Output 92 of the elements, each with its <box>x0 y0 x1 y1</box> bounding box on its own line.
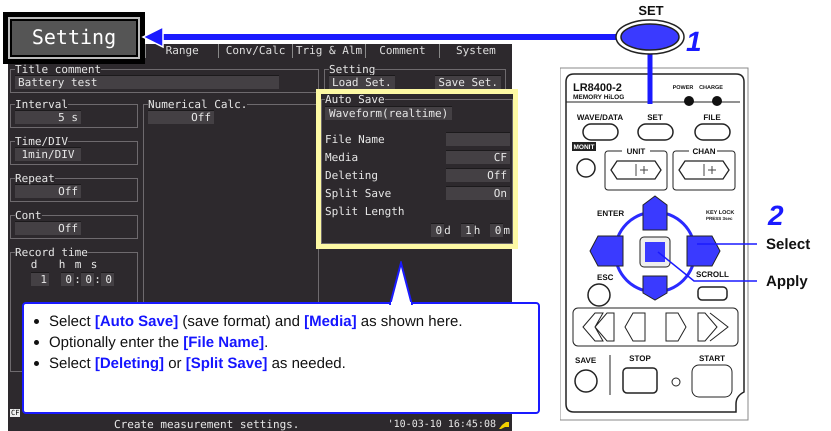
led-icon <box>672 378 680 386</box>
key-label: START <box>698 354 726 363</box>
tab[interactable]: Conv/Calc <box>218 44 292 58</box>
group-label: Setting <box>329 64 376 75</box>
key-label: SET <box>647 113 663 122</box>
power-plug-icon <box>498 420 510 430</box>
value-field[interactable]: 1min/DIV <box>15 147 81 161</box>
group-label: Interval <box>15 99 68 110</box>
key-label: SET <box>638 3 664 18</box>
instruction-text: Select [Auto Save] (save format) and [Media] as shown here. <box>49 312 464 332</box>
tab[interactable]: Comment <box>365 44 439 58</box>
field-label: Deleting <box>325 168 378 182</box>
value-field[interactable]: Off <box>446 168 510 182</box>
field-label: Split Length <box>325 204 404 218</box>
field-label: Media <box>325 150 358 164</box>
value-field[interactable]: 0 <box>61 272 74 286</box>
value-field[interactable]: 5 s <box>15 110 81 124</box>
group-label: Title comment <box>15 64 102 75</box>
value-field[interactable]: Waveform(realtime) <box>325 106 452 120</box>
key-label: SCROLL <box>696 270 729 279</box>
group-label: Record time <box>15 247 88 258</box>
value-field[interactable]: 0 <box>81 272 94 286</box>
value-field[interactable]: On <box>446 186 510 200</box>
group-label: Cont <box>15 210 42 221</box>
key-label: FILE <box>703 113 721 122</box>
tab[interactable]: Trig & Alm <box>292 44 366 58</box>
leader-line <box>697 243 757 245</box>
indicator-lamp-icon <box>684 96 694 106</box>
model-label: LR8400-2 <box>573 82 622 94</box>
panel-key <box>582 123 619 141</box>
leader-line <box>648 52 652 104</box>
key-label: ENTER <box>597 209 624 218</box>
panel-key <box>694 123 731 141</box>
value-field[interactable] <box>446 132 510 146</box>
round-key <box>574 369 598 393</box>
instruction-text: Select [Deleting] or [Split Save] as needed. <box>49 354 347 374</box>
panel-key <box>637 123 674 141</box>
value-field[interactable]: 0 <box>431 223 444 237</box>
step-label: Select <box>766 236 810 253</box>
unit-label: s <box>90 258 98 271</box>
value-field[interactable]: 0 <box>101 272 114 286</box>
round-key <box>576 158 596 178</box>
text-field[interactable]: Battery test <box>15 75 279 89</box>
settings-button[interactable]: Load Set. <box>329 75 395 89</box>
settings-button[interactable]: Save Set. <box>435 75 501 89</box>
key-label: ESC <box>597 273 614 282</box>
panel-key <box>697 286 728 301</box>
unit-label: h <box>58 258 66 271</box>
tab[interactable]: Setting <box>3 12 145 64</box>
value-field[interactable]: Off <box>15 184 81 198</box>
set-key-icon <box>615 19 685 55</box>
value-field[interactable]: Off <box>148 110 214 124</box>
date-time: '10-03-10 16:45:08 <box>388 419 496 430</box>
step-number: 1 <box>686 26 702 57</box>
separator: : <box>94 272 101 286</box>
key-label: WAVE/DATA <box>576 113 624 122</box>
value-field[interactable]: Off <box>15 221 81 235</box>
bullet-icon <box>34 340 39 345</box>
step-number: 2 <box>768 200 784 231</box>
key-label: SAVE <box>575 356 596 365</box>
unit-label: h <box>474 224 480 236</box>
key-label: STOP <box>629 354 651 363</box>
unit-label: m <box>503 224 510 236</box>
indicator-lamp-icon <box>712 96 722 106</box>
group-label: Numerical Calc. <box>148 99 248 110</box>
value-field[interactable]: CF <box>446 150 510 164</box>
tab[interactable]: System <box>438 44 512 58</box>
group-label: Repeat <box>15 173 55 184</box>
tab[interactable]: Range <box>145 44 218 58</box>
unit-label: m <box>74 258 82 271</box>
panel-key <box>692 364 732 398</box>
field-label: File Name <box>325 132 385 146</box>
bullet-icon <box>34 361 39 366</box>
unit-label: d <box>30 258 38 271</box>
status-message: Create measurement settings. <box>114 418 300 431</box>
field-label: Split Save <box>325 186 392 200</box>
value-field[interactable]: 0 <box>490 223 504 237</box>
value-field[interactable]: 1 <box>31 272 49 286</box>
unit-label: d <box>444 224 451 236</box>
enter-key <box>640 236 670 268</box>
key-label: CHAN <box>692 147 716 156</box>
group-label: Auto Save <box>325 94 385 105</box>
round-key <box>587 283 611 307</box>
bullet-icon <box>34 319 39 324</box>
value-field[interactable]: 1 <box>460 223 474 237</box>
step-label: Apply <box>766 273 808 290</box>
group-label: Time/DIV <box>15 136 68 147</box>
knob-key <box>604 150 668 190</box>
instruction-text: Optionally enter the [File Name]. <box>49 333 270 353</box>
separator: : <box>74 272 81 286</box>
panel-key <box>622 367 658 394</box>
key-label: UNIT <box>626 147 646 156</box>
